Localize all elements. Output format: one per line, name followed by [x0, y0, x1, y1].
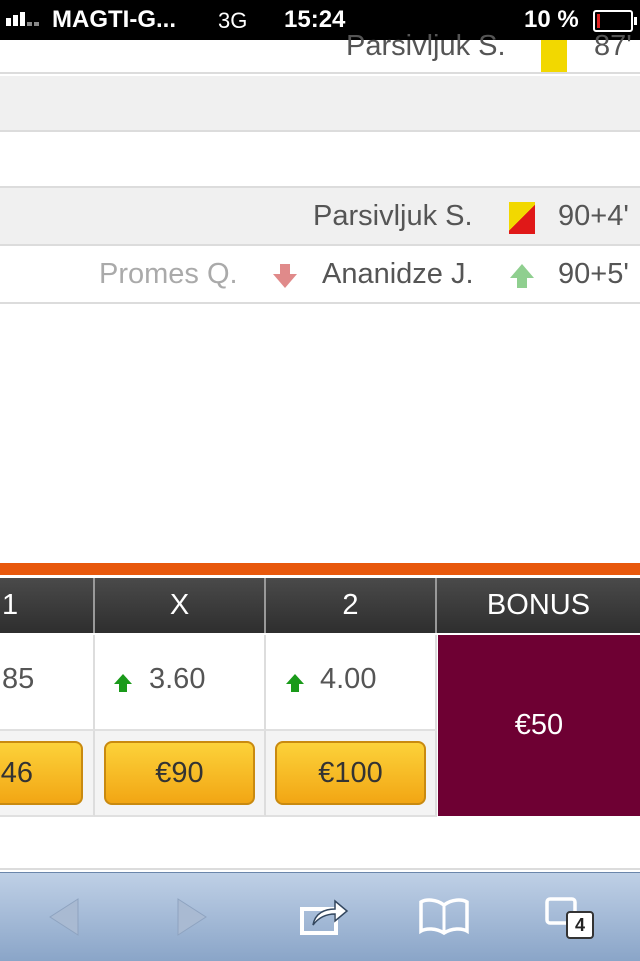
bet-button-home[interactable]: 46 — [0, 741, 83, 805]
carrier-name: MAGTI-G... — [52, 6, 176, 33]
column-header-away: 2 — [266, 578, 437, 633]
substitution-player-in: Ananidze J. — [322, 258, 474, 290]
bet-cell-away: €100 — [266, 731, 437, 817]
status-bar: MAGTI-G... 3G 15:24 10 % — [0, 0, 640, 40]
share-button[interactable] — [284, 873, 364, 961]
substitution-player-out: Promes Q. — [99, 258, 238, 290]
yellow-card-icon — [541, 40, 567, 72]
odds-cell-draw[interactable]: 3.60 — [95, 635, 266, 731]
odds-cell-home[interactable]: 85 — [0, 635, 95, 731]
battery-icon — [593, 10, 637, 32]
event-player: Parsivljuk S. — [346, 30, 506, 62]
column-header-draw: X — [95, 578, 266, 633]
bookmarks-icon — [419, 898, 469, 936]
arrow-up-icon — [114, 674, 132, 692]
event-minute: 90+4' — [558, 200, 629, 232]
section-divider — [0, 563, 640, 575]
arrow-up-icon — [286, 674, 304, 692]
back-icon — [49, 898, 79, 936]
event-row: Parsivljuk S. 87' — [0, 30, 640, 74]
share-icon — [300, 899, 349, 935]
divider — [0, 868, 640, 870]
clock: 15:24 — [284, 6, 346, 33]
second-yellow-red-card-icon — [509, 202, 535, 234]
odds-value: 4.00 — [320, 663, 377, 695]
network-type: 3G — [218, 8, 248, 33]
bet-cell-home: 46 — [0, 731, 95, 817]
battery-percent: 10 % — [524, 6, 579, 33]
tabs-button[interactable]: 4 — [532, 873, 602, 961]
bonus-cell[interactable]: €50 — [438, 635, 640, 816]
odds-value: 3.60 — [149, 663, 206, 695]
back-button[interactable] — [24, 873, 104, 961]
event-minute: 87' — [594, 30, 632, 62]
tab-count-badge: 4 — [566, 911, 594, 939]
event-row: Parsivljuk S. 90+4' — [0, 188, 640, 246]
event-player: Parsivljuk S. — [313, 200, 473, 232]
odds-cell-away[interactable]: 4.00 — [266, 635, 437, 731]
arrow-up-icon — [510, 264, 534, 288]
event-row: Promes Q. Ananidze J. 90+5' — [0, 246, 640, 304]
empty-row — [0, 76, 640, 132]
bookmarks-button[interactable] — [404, 873, 484, 961]
event-minute: 90+5' — [558, 258, 629, 290]
forward-button[interactable] — [152, 873, 232, 961]
bet-cell-draw: €90 — [95, 731, 266, 817]
browser-toolbar: 4 — [0, 872, 640, 961]
empty-row — [0, 132, 640, 188]
bet-button-draw[interactable]: €90 — [104, 741, 255, 805]
forward-icon — [177, 898, 207, 936]
column-header-bonus: BONUS — [437, 578, 640, 633]
arrow-down-icon — [273, 264, 297, 288]
signal-strength-icon — [6, 12, 39, 26]
odds-value: 85 — [2, 663, 35, 695]
column-header-home: 1 — [0, 578, 95, 633]
bet-button-away[interactable]: €100 — [275, 741, 426, 805]
